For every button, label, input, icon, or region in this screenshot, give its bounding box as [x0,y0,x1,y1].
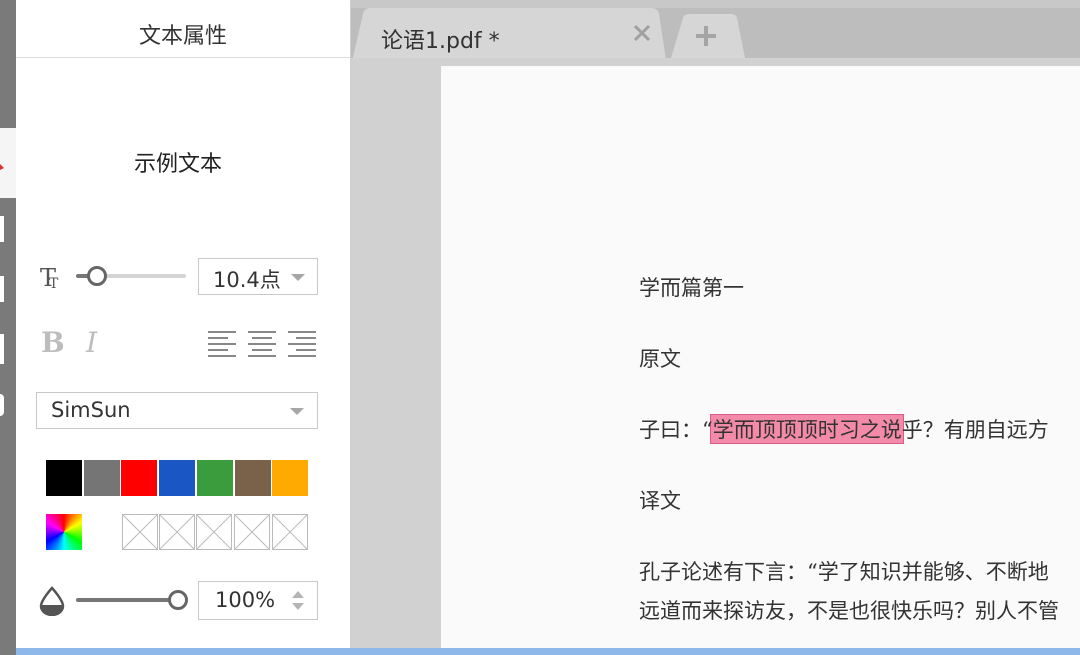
empty-color-slot[interactable] [159,514,195,550]
left-tool-strip [0,0,16,655]
empty-color-slot[interactable] [272,514,308,550]
document-tab-bar: 论语1.pdf * [351,8,1080,66]
color-swatch[interactable] [159,460,195,496]
align-right-icon[interactable] [288,329,316,357]
pdf-page[interactable]: 学而篇第一 原文 子曰：“学而顶顶顶时习之说乎？有朋自远方 译文 孔子论述有下言… [441,66,1080,648]
pen-icon [0,164,4,170]
new-tab-button[interactable] [669,14,747,58]
opacity-value: 100% [215,588,276,612]
font-size-value: 10.4点 [213,268,281,292]
doc-text-line: 孔子论述有下言：“学了知识并能够、不断地 [639,560,1049,584]
font-size-icon: T T [40,264,59,290]
custom-color-picker[interactable] [46,514,82,550]
empty-color-slot[interactable] [122,514,158,550]
chevron-down-icon [290,408,304,415]
tab-document[interactable]: 论语1.pdf * [351,8,667,58]
stepper-arrows-icon[interactable] [290,590,306,612]
text-properties-panel: 文本属性 示例文本 T T 10.4点 B I SimSun 100% [16,0,351,648]
empty-color-slot[interactable] [196,514,232,550]
panel-title: 文本属性 [138,24,227,49]
font-size-slider-thumb[interactable] [87,266,107,286]
align-center-icon[interactable] [248,329,276,357]
tool-strip-mark [0,334,4,364]
color-swatch[interactable] [121,460,157,496]
opacity-stepper[interactable]: 100% [198,581,318,620]
font-family-select[interactable]: SimSun [36,392,318,429]
opacity-slider-fill[interactable] [76,598,174,602]
align-left-icon[interactable] [208,329,236,357]
empty-color-slot[interactable] [234,514,270,550]
color-swatch[interactable] [272,460,308,496]
sample-text-preview: 示例文本 [133,152,222,177]
doc-text-line: 子曰：“学而顶顶顶时习之说乎？有朋自远方 [639,418,1049,442]
doc-heading: 学而篇第一 [639,276,744,300]
opacity-drop-icon [39,586,65,616]
status-bar [16,648,1080,655]
document-viewport[interactable]: 学而篇第一 原文 子曰：“学而顶顶顶时习之说乎？有朋自远方 译文 孔子论述有下言… [351,58,1080,648]
color-swatch[interactable] [46,460,82,496]
tool-strip-mark [0,216,4,242]
tool-strip-active-slot[interactable] [0,128,16,198]
panel-header: 文本属性 [16,0,350,58]
doc-text-line: 远道而来探访友，不是也很快乐吗？别人不管 [639,599,1059,623]
color-swatch[interactable] [84,460,120,496]
opacity-slider-thumb[interactable] [168,590,188,610]
doc-section-original: 原文 [639,347,681,371]
color-swatch[interactable] [235,460,271,496]
close-icon[interactable] [631,22,653,44]
tool-strip-mark [0,276,4,302]
italic-button[interactable]: I [86,326,97,359]
tab-label: 论语1.pdf * [381,29,500,54]
font-size-select[interactable]: 10.4点 [198,258,318,295]
tool-strip-mark [0,394,4,416]
doc-section-translation: 译文 [639,489,681,513]
color-swatch[interactable] [197,460,233,496]
svg-text:T: T [49,276,59,290]
chevron-down-icon [291,274,305,281]
bold-button[interactable]: B [41,326,65,359]
font-family-value: SimSun [51,398,131,422]
